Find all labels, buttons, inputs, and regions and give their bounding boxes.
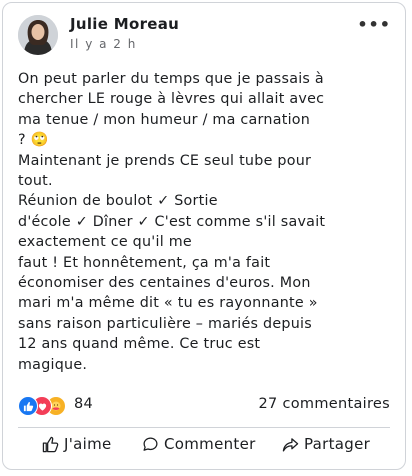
post-body-line: exactement ce qu'il me bbox=[18, 234, 192, 251]
post-body-line: On peut parler du temps que je passais à bbox=[18, 71, 324, 87]
post-body-line: ? 🙄 bbox=[18, 132, 49, 149]
post-stats: 84 27 commentaires bbox=[18, 396, 390, 416]
like-button-label: J'aime bbox=[64, 435, 112, 453]
author-avatar[interactable] bbox=[18, 15, 58, 55]
share-button[interactable]: Partager bbox=[282, 435, 370, 453]
share-arrow-icon bbox=[282, 437, 299, 452]
comment-bubble-icon bbox=[143, 436, 158, 451]
post-body-line: chercher LE rouge à lèvres qui allait av… bbox=[18, 91, 325, 108]
post-body-line: mari m'a même dit « tu es rayonnante » bbox=[18, 295, 318, 312]
post-body-line: sans raison particulière – mariés depuis bbox=[18, 315, 312, 332]
thumbs-up-icon bbox=[42, 436, 59, 452]
post-body-line: Réunion de boulot ✓ Sortie bbox=[18, 193, 218, 210]
post-body-line: d'école ✓ Dîner ✓ C'est comme s'il savai… bbox=[18, 213, 326, 230]
author-name[interactable]: Julie Moreau bbox=[70, 15, 179, 33]
post-body-line: magique. bbox=[18, 356, 88, 373]
post-body-line: ma tenue / mon humeur / ma carnation bbox=[18, 111, 311, 128]
post-body-line: tout. bbox=[18, 173, 53, 190]
post-body-line: faut ! Et honnêtement, ça m'a fait bbox=[18, 254, 271, 271]
like-icon bbox=[18, 396, 38, 416]
post-body-line: économiser des centaines d'euros. Mon bbox=[18, 275, 311, 292]
reactions-summary[interactable] bbox=[18, 396, 78, 416]
comment-button-label: Commenter bbox=[164, 435, 256, 453]
more-options-icon[interactable]: ••• bbox=[357, 15, 391, 34]
post-body: On peut parler du temps que je passais à… bbox=[18, 69, 396, 375]
post-body-line: Maintenant je prends CE seul tube pour bbox=[18, 152, 312, 169]
like-button[interactable]: J'aime bbox=[42, 435, 112, 453]
comment-button[interactable]: Commenter bbox=[142, 435, 256, 453]
share-button-label: Partager bbox=[304, 435, 371, 453]
reactions-count[interactable]: 84 bbox=[74, 396, 93, 412]
avatar-photo bbox=[18, 15, 58, 55]
post-body-line: 12 ans quand même. Ce truc est bbox=[18, 336, 261, 353]
post-card: Julie Moreau Il y a 2 h ••• On peut parl… bbox=[2, 2, 406, 470]
post-timestamp[interactable]: Il y a 2 h bbox=[70, 37, 137, 51]
divider bbox=[18, 427, 390, 428]
comments-count[interactable]: 27 commentaires bbox=[259, 396, 390, 412]
post-actions: J'aime Commenter Partager bbox=[18, 433, 390, 459]
